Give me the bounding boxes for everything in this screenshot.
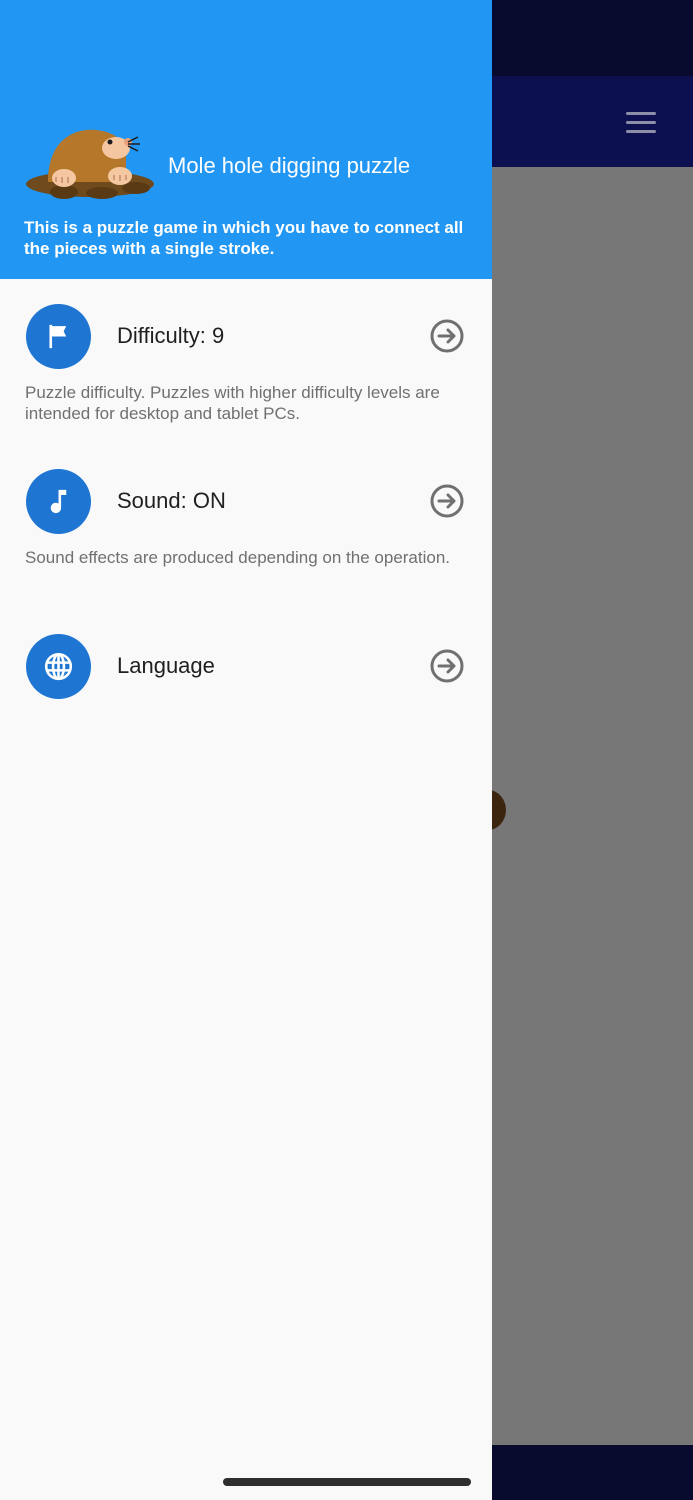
navigation-drawer: Mole hole digging puzzle This is a puzzl…: [0, 0, 492, 1500]
difficulty-icon-circle: [26, 304, 91, 369]
home-indicator[interactable]: [223, 1478, 471, 1486]
mole-logo-icon: [26, 129, 154, 199]
globe-icon: [44, 652, 73, 681]
drawer-header: Mole hole digging puzzle This is a puzzl…: [0, 0, 492, 279]
difficulty-description: Puzzle difficulty. Puzzles with higher d…: [25, 383, 440, 423]
sound-label: Sound: ON: [117, 488, 226, 513]
sound-description: Sound effects are produced depending on …: [25, 548, 451, 567]
arrow-circle-right-icon[interactable]: [429, 318, 465, 354]
language-label: Language: [117, 653, 215, 678]
menu-item-difficulty[interactable]: Difficulty: 9: [0, 287, 492, 387]
arrow-circle-right-icon[interactable]: [429, 648, 465, 684]
menu-item-sound[interactable]: Sound: ON: [0, 452, 492, 552]
flag-icon: [49, 324, 67, 349]
app-title: Mole hole digging puzzle: [168, 153, 411, 178]
hamburger-menu-icon[interactable]: [618, 104, 664, 140]
sound-icon-circle: [26, 469, 91, 534]
arrow-circle-right-icon[interactable]: [429, 483, 465, 519]
app-description: This is a puzzle game in which you have …: [24, 218, 464, 258]
difficulty-label: Difficulty: 9: [117, 323, 225, 348]
menu-item-language[interactable]: Language: [0, 617, 492, 717]
language-icon-circle: [26, 634, 91, 699]
music-note-icon: [50, 489, 67, 514]
